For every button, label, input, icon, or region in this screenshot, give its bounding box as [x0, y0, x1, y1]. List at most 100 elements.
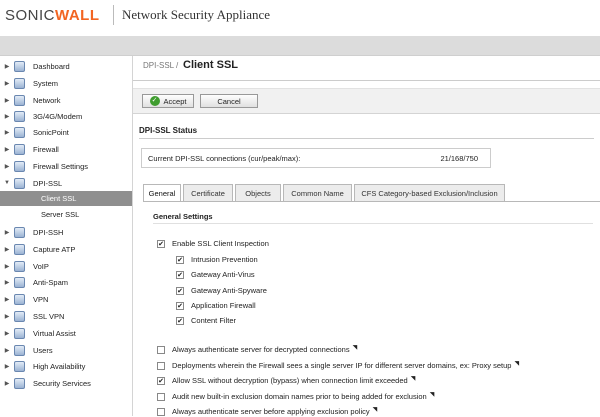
- expand-arrow-icon[interactable]: ▶: [0, 113, 14, 120]
- expand-arrow-icon[interactable]: ▶: [0, 263, 14, 270]
- expand-arrow-icon[interactable]: ▶: [0, 229, 14, 236]
- expand-arrow-icon[interactable]: ▶: [0, 80, 14, 87]
- divider: [139, 138, 594, 139]
- sidebar-item-network[interactable]: ▶ Network: [0, 92, 132, 108]
- option-label: Content Filter: [191, 316, 237, 325]
- action-toolbar: ✓ Accept Cancel: [133, 88, 600, 114]
- expand-arrow-icon[interactable]: ▶: [0, 146, 14, 153]
- checkbox[interactable]: [157, 376, 165, 385]
- sidebar-item-firewall[interactable]: ▶ Firewall: [0, 141, 132, 157]
- dashboard-icon: [14, 60, 25, 72]
- help-tick-icon[interactable]: ◥: [373, 406, 378, 413]
- checkbox[interactable]: [157, 361, 165, 370]
- option-always-authenticate-decrypted[interactable]: Always authenticate server for decrypted…: [157, 344, 357, 355]
- option-gateway-anti-virus[interactable]: Gateway Anti-Virus: [176, 269, 255, 280]
- sidebar-item-capture-atp[interactable]: ▶ Capture ATP: [0, 241, 132, 257]
- accept-button[interactable]: ✓ Accept: [142, 94, 194, 108]
- sidebar-item-label: DPI-SSL: [33, 178, 63, 188]
- sidebar-item-virtual-assist[interactable]: ▶ Virtual Assist: [0, 325, 132, 341]
- sidebar-item-label: VoIP: [33, 261, 49, 271]
- status-value: 21/168/750: [440, 154, 478, 163]
- sidebar-item-system[interactable]: ▶ System: [0, 75, 132, 91]
- tab-cfs-category[interactable]: CFS Category-based Exclusion/Inclusion: [354, 184, 505, 201]
- sidebar-item-users[interactable]: ▶ Users: [0, 342, 132, 358]
- sidebar-item-label: Firewall Settings: [33, 161, 89, 171]
- expand-arrow-icon[interactable]: ▶: [0, 313, 14, 320]
- option-label: Audit new built-in exclusion domain name…: [172, 392, 427, 401]
- help-tick-icon[interactable]: ◥: [411, 375, 416, 382]
- expand-arrow-icon[interactable]: ▶: [0, 347, 14, 354]
- tab-objects[interactable]: Objects: [235, 184, 281, 201]
- virtual-assist-icon: [14, 327, 25, 339]
- sidebar-item-dpi-ssl[interactable]: ▼ DPI-SSL: [0, 175, 132, 191]
- checkbox[interactable]: [176, 255, 184, 264]
- expand-arrow-icon[interactable]: ▶: [0, 380, 14, 387]
- sidebar-item-voip[interactable]: ▶ VoIP: [0, 258, 132, 274]
- collapse-arrow-icon[interactable]: ▼: [0, 180, 14, 186]
- voip-icon: [14, 260, 25, 272]
- sidebar-item-vpn[interactable]: ▶ VPN: [0, 291, 132, 307]
- option-application-firewall[interactable]: Application Firewall: [176, 300, 256, 311]
- sidebar-subitem-server-ssl[interactable]: Server SSL: [0, 207, 132, 222]
- sidebar-item-dpi-ssh[interactable]: ▶ DPI-SSH: [0, 224, 132, 240]
- sidebar-item-dashboard[interactable]: ▶ Dashboard: [0, 58, 132, 74]
- checkbox[interactable]: [176, 301, 184, 310]
- divider: [153, 223, 593, 224]
- sidebar-item-high-availability[interactable]: ▶ High Availability: [0, 358, 132, 374]
- tab-common-name[interactable]: Common Name: [283, 184, 352, 201]
- expand-arrow-icon[interactable]: ▶: [0, 363, 14, 370]
- option-content-filter[interactable]: Content Filter: [176, 315, 236, 326]
- anti-spam-icon: [14, 276, 25, 288]
- sidebar-item-ssl-vpn[interactable]: ▶ SSL VPN: [0, 308, 132, 324]
- checkbox[interactable]: [157, 392, 165, 401]
- status-label: Current DPI-SSL connections (cur/peak/ma…: [148, 154, 301, 163]
- sonicwall-logo: SONICWALL: [5, 7, 100, 24]
- option-allow-ssl-bypass[interactable]: Allow SSL without decryption (bypass) wh…: [157, 375, 415, 386]
- sidebar-item-firewall-settings[interactable]: ▶ Firewall Settings: [0, 158, 132, 174]
- general-settings-title: General Settings: [153, 212, 213, 221]
- option-single-server-ip[interactable]: Deployments wherein the Firewall sees a …: [157, 360, 519, 371]
- option-audit-exclusion-domains[interactable]: Audit new built-in exclusion domain name…: [157, 391, 434, 402]
- cancel-button[interactable]: Cancel: [200, 94, 258, 108]
- expand-arrow-icon[interactable]: ▶: [0, 279, 14, 286]
- top-header: SONICWALL Network Security Appliance: [0, 0, 600, 36]
- checkbox[interactable]: [176, 316, 184, 325]
- option-intrusion-prevention[interactable]: Intrusion Prevention: [176, 254, 258, 265]
- sidebar-item-label: 3G/4G/Modem: [33, 111, 83, 121]
- checkbox[interactable]: [176, 286, 184, 295]
- tab-general[interactable]: General: [143, 184, 181, 202]
- expand-arrow-icon[interactable]: ▶: [0, 296, 14, 303]
- sidebar-item-security-services[interactable]: ▶ Security Services: [0, 375, 132, 391]
- option-authenticate-before-exclusion[interactable]: Always authenticate server before applyi…: [157, 406, 377, 417]
- expand-arrow-icon[interactable]: ▶: [0, 163, 14, 170]
- option-gateway-anti-spyware[interactable]: Gateway Anti-Spyware: [176, 285, 267, 296]
- breadcrumb[interactable]: DPI-SSL /: [143, 61, 178, 70]
- checkbox[interactable]: [157, 407, 165, 416]
- ssl-vpn-icon: [14, 310, 25, 322]
- sidebar-item-modem[interactable]: ▶ 3G/4G/Modem: [0, 108, 132, 124]
- option-label: Enable SSL Client Inspection: [172, 239, 269, 248]
- expand-arrow-icon[interactable]: ▶: [0, 246, 14, 253]
- expand-arrow-icon[interactable]: ▶: [0, 129, 14, 136]
- help-tick-icon[interactable]: ◥: [430, 391, 435, 398]
- logo-divider: [113, 5, 114, 25]
- option-enable-ssl-client-inspection[interactable]: Enable SSL Client Inspection: [157, 238, 269, 249]
- checkbox[interactable]: [157, 345, 165, 354]
- firewall-settings-icon: [14, 160, 25, 172]
- tab-certificate[interactable]: Certificate: [183, 184, 233, 201]
- sidebar-item-label: System: [33, 78, 59, 88]
- sidebar-item-label: Network: [33, 95, 61, 105]
- sidebar-subitem-client-ssl[interactable]: Client SSL: [0, 191, 132, 206]
- sidebar-item-label: Capture ATP: [33, 244, 76, 254]
- help-tick-icon[interactable]: ◥: [353, 344, 358, 351]
- expand-arrow-icon[interactable]: ▶: [0, 97, 14, 104]
- checkbox[interactable]: [176, 270, 184, 279]
- sidebar-item-anti-spam[interactable]: ▶ Anti-Spam: [0, 274, 132, 290]
- help-tick-icon[interactable]: ◥: [514, 360, 519, 367]
- option-label: Deployments wherein the Firewall sees a …: [172, 361, 512, 370]
- expand-arrow-icon[interactable]: ▶: [0, 330, 14, 337]
- checkbox[interactable]: [157, 239, 165, 248]
- sidebar-item-sonicpoint[interactable]: ▶ SonicPoint: [0, 124, 132, 140]
- sidebar: ▶ Dashboard ▶ System ▶ Network ▶ 3G/4G/Modem…: [0, 56, 133, 416]
- expand-arrow-icon[interactable]: ▶: [0, 63, 14, 70]
